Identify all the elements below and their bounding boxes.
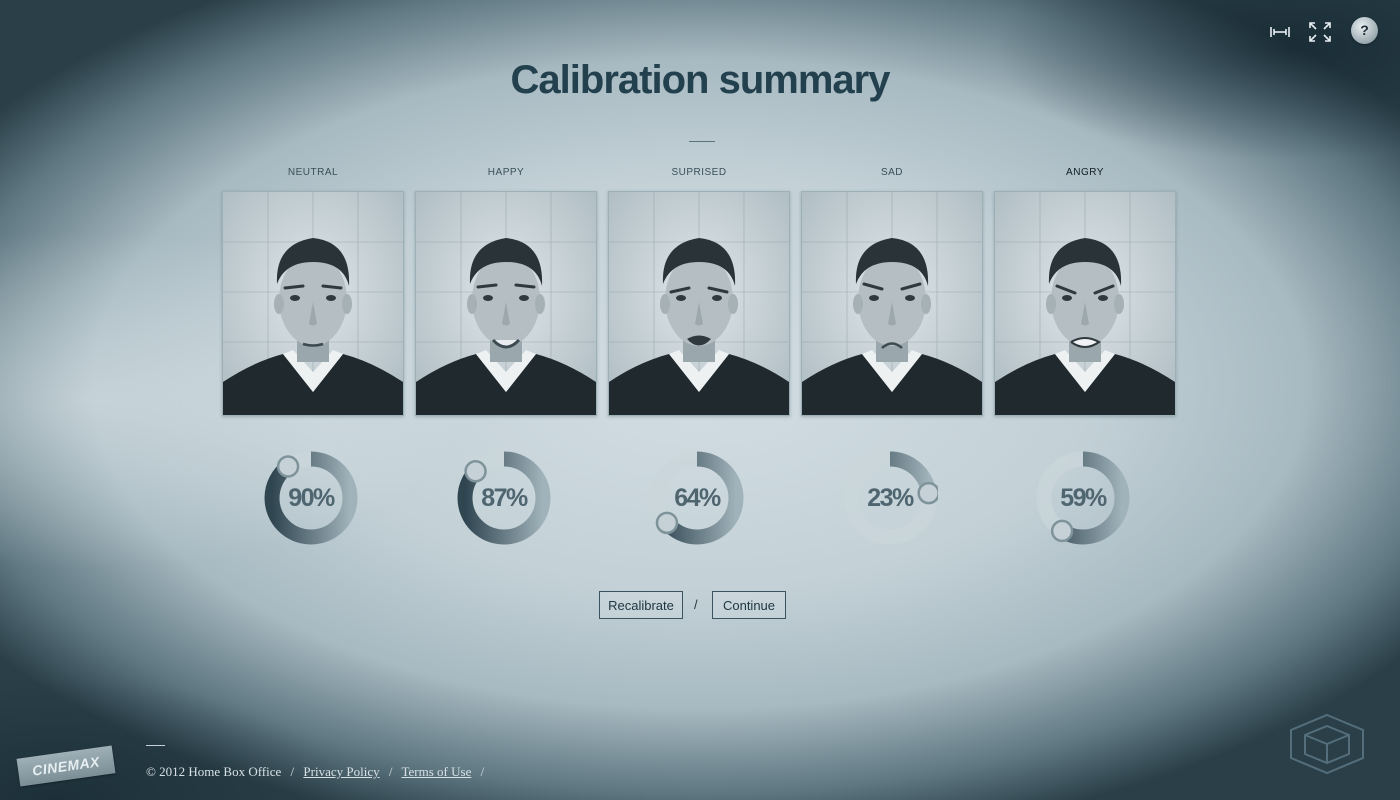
expression-photo [415,191,597,416]
score-value: 59% [1060,484,1107,512]
expression-label: HAPPY [487,167,525,178]
footer: © 2012 Home Box Office / Privacy Policy … [146,764,490,780]
expression-label: ANGRY [1066,167,1104,178]
page-title: Calibration summary [510,58,891,102]
expression-photo [801,191,983,416]
copyright-text: © 2012 Home Box Office [146,764,282,779]
cube-logo-icon[interactable] [1287,712,1367,781]
continue-button[interactable]: Continue [712,591,786,619]
score-value: 90% [288,484,335,512]
terms-of-use-link[interactable]: Terms of Use [401,764,471,779]
score-gauge: 23% [842,450,938,546]
expression-photo [222,191,404,416]
footer-separator: / [388,764,393,779]
action-separator: / [694,597,698,612]
cinemax-logo: CINEMAX [16,745,116,787]
score-gauge: 64% [649,450,745,546]
expression-card-suprised: SUPRISED [608,166,790,416]
score-value: 64% [674,484,721,512]
expression-card-neutral: NEUTRAL [222,166,404,416]
expression-label: NEUTRAL [287,167,339,178]
title-divider [689,141,715,142]
score-value: 23% [867,484,914,512]
score-value: 87% [481,484,528,512]
footer-divider [146,745,165,746]
expression-card-happy: HAPPY [415,166,597,416]
expression-label: SAD [880,167,904,178]
help-icon[interactable]: ? [1351,17,1378,44]
score-gauge: 59% [1035,450,1131,546]
score-gauge: 87% [456,450,552,546]
fullscreen-icon[interactable] [1308,21,1332,48]
footer-separator: / [290,764,295,779]
expression-photo [994,191,1176,416]
expression-label: SUPRISED [671,167,727,178]
expression-photo [608,191,790,416]
expression-card-sad: SAD [801,166,983,416]
expression-card-angry: ANGRY [994,166,1176,416]
score-gauge: 90% [263,450,359,546]
privacy-policy-link[interactable]: Privacy Policy [303,764,379,779]
audio-icon[interactable] [1269,24,1291,45]
recalibrate-button[interactable]: Recalibrate [599,591,683,619]
footer-separator: / [480,764,485,779]
